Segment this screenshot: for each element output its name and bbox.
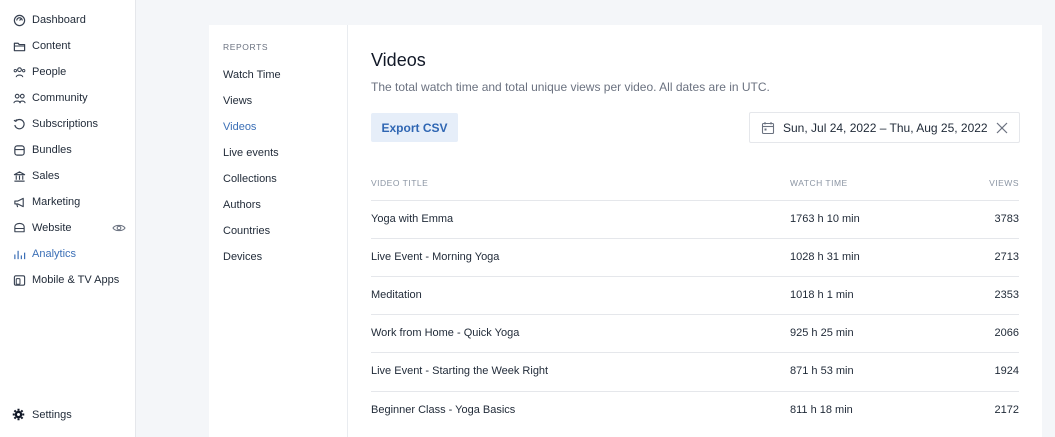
settings-label: Settings [32, 409, 72, 421]
report-link-devices[interactable]: Devices [223, 251, 262, 263]
sidebar-item-dashboard[interactable]: Dashboard [0, 8, 136, 32]
calendar-icon [761, 121, 775, 135]
sidebar-item-subscriptions[interactable]: Subscriptions [0, 112, 136, 136]
views-cell: 1924 [994, 365, 1019, 377]
watch-time-cell: 871 h 53 min [790, 365, 854, 377]
sidebar-item-bundles[interactable]: Bundles [0, 138, 136, 162]
report-link-live-events[interactable]: Live events [223, 147, 279, 159]
views-cell: 2172 [994, 404, 1019, 416]
close-icon[interactable] [995, 121, 1009, 135]
watch-time-cell: 1028 h 31 min [790, 251, 860, 263]
dashboard-icon [12, 13, 26, 27]
views-cell: 3783 [994, 213, 1019, 225]
sidebar-item-label: Community [32, 92, 88, 104]
sidebar-item-label: Sales [32, 170, 60, 182]
main-panel: Videos The total watch time and total un… [348, 25, 1042, 437]
column-header-video-title[interactable]: VIDEO TITLE [371, 178, 428, 188]
watch-time-cell: 1763 h 10 min [790, 213, 860, 225]
subscriptions-icon [12, 117, 26, 131]
gear-icon [12, 408, 26, 422]
video-title-cell: Meditation [371, 289, 422, 301]
sidebar-item-analytics[interactable]: Analytics [0, 242, 136, 266]
folder-icon [12, 39, 26, 53]
sidebar-item-sales[interactable]: Sales [0, 164, 136, 188]
bundles-icon [12, 143, 26, 157]
table-row[interactable]: Meditation 1018 h 1 min 2353 [371, 276, 1019, 314]
export-csv-button[interactable]: Export CSV [371, 113, 458, 142]
devices-icon [12, 273, 26, 287]
table-row[interactable]: Work from Home - Quick Yoga 925 h 25 min… [371, 314, 1019, 352]
sidebar-item-settings[interactable]: Settings [12, 408, 72, 422]
video-title-cell: Live Event - Morning Yoga [371, 251, 500, 263]
sidebar-item-marketing[interactable]: Marketing [0, 190, 136, 214]
report-link-collections[interactable]: Collections [223, 173, 277, 185]
video-title-cell: Beginner Class - Yoga Basics [371, 404, 516, 416]
sidebar-item-mobile-tv-apps[interactable]: Mobile & TV Apps [0, 268, 136, 292]
report-link-watch-time[interactable]: Watch Time [223, 69, 281, 81]
sales-icon [12, 169, 26, 183]
video-title-cell: Yoga with Emma [371, 213, 454, 225]
date-range-value: Sun, Jul 24, 2022 – Thu, Aug 25, 2022 [783, 120, 988, 135]
community-icon [12, 91, 26, 105]
sidebar: Dashboard Content People Community Subsc… [0, 0, 136, 437]
sidebar-item-label: Mobile & TV Apps [32, 274, 120, 286]
analytics-icon [12, 247, 26, 261]
table-row[interactable]: Live Event - Starting the Week Right 871… [371, 352, 1019, 390]
report-link-countries[interactable]: Countries [223, 225, 270, 237]
views-cell: 2713 [994, 251, 1019, 263]
page-title: Videos [371, 50, 426, 70]
sidebar-item-website[interactable]: Website [0, 216, 136, 240]
sidebar-item-content[interactable]: Content [0, 34, 136, 58]
video-title-cell: Live Event - Starting the Week Right [371, 365, 549, 377]
sidebar-item-label: Dashboard [32, 14, 86, 26]
report-link-views[interactable]: Views [223, 95, 252, 107]
column-header-watch-time[interactable]: WATCH TIME [790, 178, 848, 188]
sidebar-item-label: Content [32, 40, 71, 52]
watch-time-cell: 811 h 18 min [790, 404, 853, 416]
table-row[interactable]: Beginner Class - Yoga Basics 811 h 18 mi… [371, 391, 1019, 429]
table-row[interactable]: Yoga with Emma 1763 h 10 min 3783 [371, 200, 1019, 238]
sidebar-item-community[interactable]: Community [0, 86, 136, 110]
watch-time-cell: 1018 h 1 min [790, 289, 854, 301]
sidebar-item-label: Subscriptions [32, 118, 99, 130]
column-header-views[interactable]: VIEWS [989, 178, 1019, 188]
views-cell: 2353 [994, 289, 1019, 301]
reports-panel: REPORTS Watch Time Views Videos Live eve… [209, 25, 348, 437]
sidebar-item-label: Marketing [32, 196, 81, 208]
eye-icon[interactable] [112, 221, 126, 235]
views-cell: 2066 [994, 327, 1019, 339]
sidebar-item-people[interactable]: People [0, 60, 136, 84]
page-subtitle: The total watch time and total unique vi… [371, 80, 770, 94]
date-range-picker[interactable]: Sun, Jul 24, 2022 – Thu, Aug 25, 2022 [749, 112, 1020, 143]
sidebar-item-label: People [32, 66, 67, 78]
watch-time-cell: 925 h 25 min [790, 327, 854, 339]
sidebar-item-label: Analytics [32, 248, 77, 260]
report-link-authors[interactable]: Authors [223, 199, 261, 211]
sidebar-item-label: Website [32, 222, 72, 234]
megaphone-icon [12, 195, 26, 209]
reports-heading: REPORTS [223, 42, 269, 52]
people-icon [12, 65, 26, 79]
video-title-cell: Work from Home - Quick Yoga [371, 327, 520, 339]
report-link-videos[interactable]: Videos [223, 121, 256, 133]
website-icon [12, 221, 26, 235]
table-row[interactable]: Live Event - Morning Yoga 1028 h 31 min … [371, 238, 1019, 276]
sidebar-item-label: Bundles [32, 144, 72, 156]
